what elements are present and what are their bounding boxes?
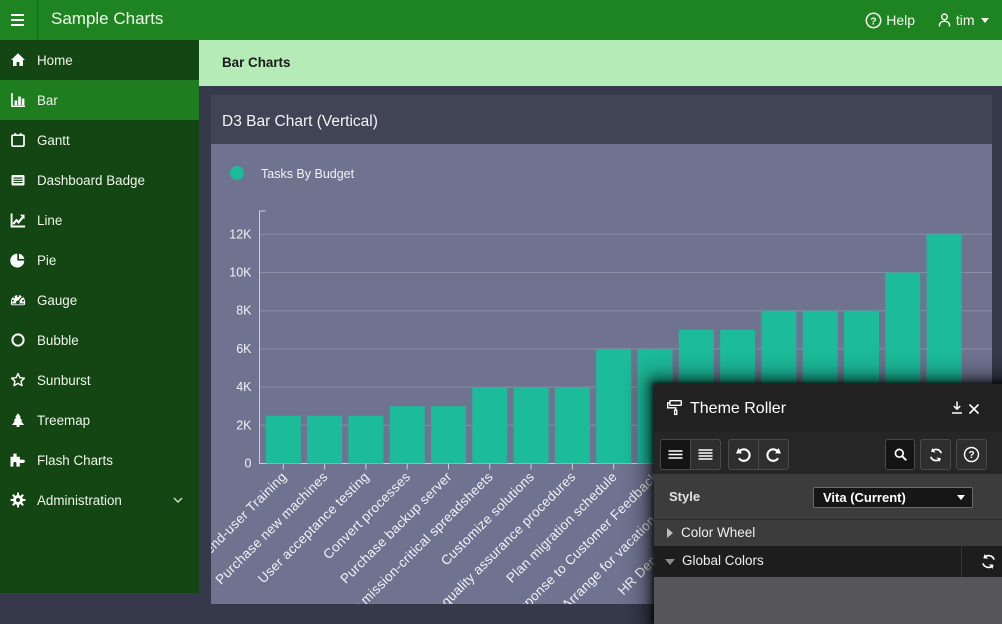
svg-text:0: 0 xyxy=(245,457,252,471)
svg-text:12K: 12K xyxy=(229,227,252,241)
svg-text:2K: 2K xyxy=(236,418,252,432)
svg-text:?: ? xyxy=(968,450,974,461)
svg-text:10K: 10K xyxy=(229,266,252,280)
svg-text:4K: 4K xyxy=(236,380,252,394)
svg-text:?: ? xyxy=(870,15,876,27)
svg-text:6K: 6K xyxy=(236,342,252,356)
svg-text:8K: 8K xyxy=(236,304,252,318)
